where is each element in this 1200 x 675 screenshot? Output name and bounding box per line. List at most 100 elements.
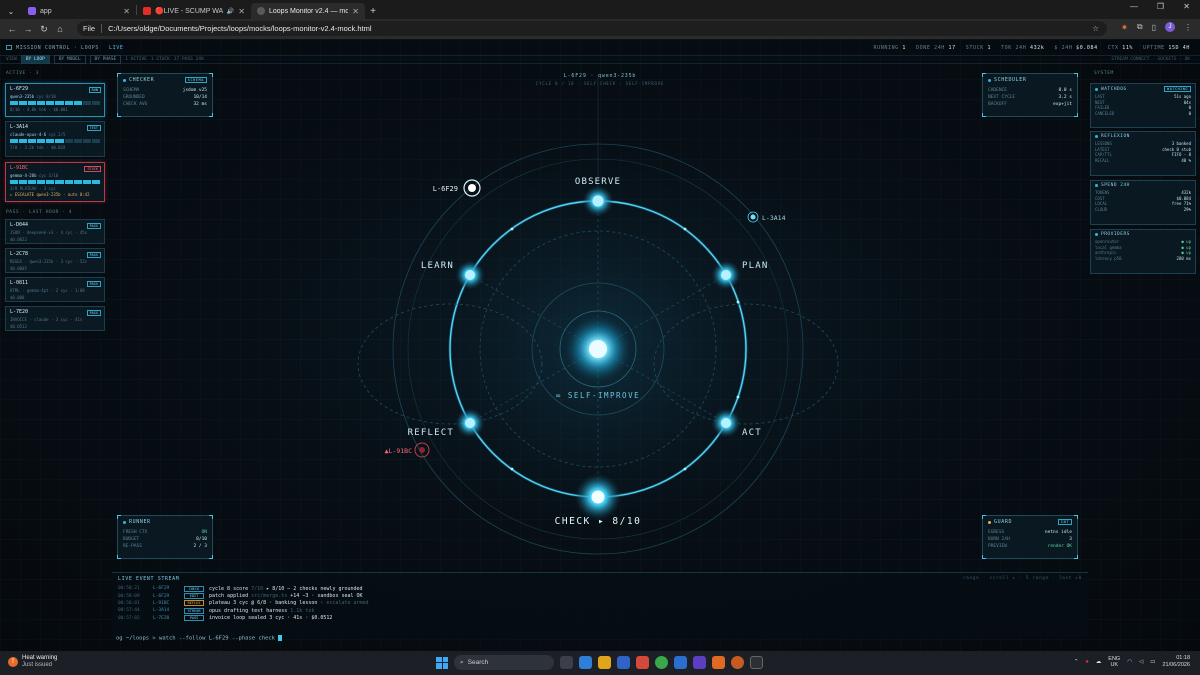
- app-blue-icon[interactable]: [674, 656, 687, 669]
- recent-loop-card[interactable]: L-7E20 PASS INVOICE · claude · 3 cyc · 41s…: [5, 306, 105, 331]
- top-stat: $ 24H $0.084: [1054, 45, 1097, 51]
- top-stat: UPTIME 15D 4H: [1143, 45, 1190, 51]
- event-time: 00:58:01: [118, 600, 140, 606]
- recent-loop-card[interactable]: L-0811 PASS HTML · gemma-4pt · 2 cyc · 1:0…: [5, 277, 105, 302]
- progress-segment: [91, 139, 100, 143]
- ring-marker: [683, 467, 687, 471]
- active-section-title: ACTIVE · 3: [6, 71, 40, 76]
- windows-start-icon[interactable]: [436, 656, 448, 669]
- phase-label: LEARN: [421, 261, 454, 271]
- volume-icon[interactable]: ◁: [1139, 659, 1143, 665]
- wifi-icon[interactable]: ◠: [1127, 659, 1132, 665]
- status-badge: PASS: [86, 281, 101, 287]
- bookmark-star-icon[interactable]: ☆: [1092, 24, 1099, 33]
- phase-label: OBSERVE: [575, 177, 621, 187]
- close-window-icon[interactable]: ✕: [1183, 2, 1190, 11]
- top-stat-value: 15D 4H: [1168, 44, 1190, 51]
- progress-segment: [28, 180, 37, 184]
- progress-segment: [28, 101, 37, 105]
- taskbar-search[interactable]: ⌕ Search: [454, 655, 554, 670]
- event-row[interactable]: 00:58:09 L-6F29 EDIT patch applied src/merg…: [112, 592, 1088, 600]
- forward-icon[interactable]: →: [20, 24, 36, 34]
- back-icon[interactable]: ←: [4, 24, 20, 34]
- filter-tab[interactable]: BY LOOP: [20, 55, 50, 64]
- terminal-icon[interactable]: [750, 656, 763, 669]
- claude-icon[interactable]: [731, 656, 744, 669]
- extension-icon[interactable]: ✷: [1121, 23, 1128, 32]
- battery-icon[interactable]: ▭: [1150, 659, 1155, 665]
- recent-loop-card[interactable]: L-2C78 PASS REGEX · qwen3-235b · 3 cyc · 5…: [5, 248, 105, 273]
- loop-card[interactable]: L-91BC STUCK gemma-4-28b cyc 3/10 3/8 PLATE…: [5, 162, 105, 202]
- profile-avatar[interactable]: J: [1165, 22, 1175, 32]
- store-icon[interactable]: [617, 656, 630, 669]
- chrome-icon[interactable]: [655, 656, 668, 669]
- close-icon[interactable]: ✕: [123, 7, 130, 16]
- url-text[interactable]: C:/Users/oldge/Documents/Projects/loops/…: [108, 24, 371, 33]
- satellite-label: L-6F29: [433, 185, 458, 193]
- restore-icon[interactable]: ❐: [1157, 2, 1164, 11]
- close-icon[interactable]: ✕: [352, 7, 359, 16]
- progress-segment: [73, 101, 82, 105]
- puzzle-icon[interactable]: ⧉: [1137, 22, 1143, 32]
- url-bar[interactable]: File C:/Users/oldge/Documents/Projects/l…: [77, 21, 1107, 36]
- status-badge: RUN: [88, 87, 101, 93]
- event-row[interactable]: 00:58:01 L-91BC REFLEX plateau 3 cyc @ 6/8 …: [112, 600, 1088, 607]
- event-detail: escalate armed: [326, 600, 369, 607]
- chevron-up-icon[interactable]: ⌃: [1074, 659, 1079, 665]
- loop-meta: qwen3-235b cyc 8/10: [10, 94, 100, 99]
- sidebar-icon[interactable]: ▯: [1152, 23, 1156, 32]
- minimize-icon[interactable]: —: [1130, 2, 1138, 11]
- status-badge: PASS: [86, 310, 101, 316]
- menu-kebab-icon[interactable]: ⋮: [1184, 23, 1192, 32]
- command-line[interactable]: og ~/loops > watch --follow L-6F29 --pha…: [116, 635, 283, 642]
- cloud-icon[interactable]: ☁: [1096, 659, 1102, 665]
- edge-icon[interactable]: [579, 656, 592, 669]
- audio-icon[interactable]: 🔊: [227, 8, 234, 15]
- loop-id: L-6F29: [10, 86, 29, 92]
- event-row[interactable]: 00:57:02 L-7E20 PASS invoice loop sealed 3 …: [112, 615, 1088, 622]
- new-tab-button[interactable]: +: [365, 3, 381, 19]
- gmail-icon[interactable]: [636, 656, 649, 669]
- loop-meta: INVOICE · claude · 3 cyc · 41s: [10, 317, 83, 322]
- ring-marker: [736, 395, 740, 399]
- tab-loops-monitor[interactable]: Loops Monitor v2.4 — mock (l ✕: [251, 3, 365, 19]
- filter-tab[interactable]: BY MODEL: [53, 55, 86, 64]
- panel-rows: EGRESS netns idle BURN 24H 3 PREVIEW render O…: [988, 529, 1072, 550]
- reload-icon[interactable]: ↻: [36, 24, 52, 35]
- panel-tag: WATCHING: [1164, 86, 1191, 92]
- satellite-label: L-3A14: [762, 214, 786, 222]
- tray-app-icon[interactable]: ●: [1085, 659, 1088, 665]
- live-indicator: LIVE: [109, 44, 124, 51]
- task-view-icon[interactable]: [560, 656, 573, 669]
- tab-live-stream[interactable]: 🔴LIVE - SCUMP WATCH ( 🔊 ✕: [137, 3, 251, 19]
- app-orange-icon[interactable]: [712, 656, 725, 669]
- close-icon[interactable]: ✕: [238, 7, 245, 16]
- file-explorer-icon[interactable]: [598, 656, 611, 669]
- row-value: jsdom v25: [182, 88, 207, 93]
- event-row[interactable]: 00:58:21 L-6F29 CHECK cycle 8 score 7/10 ▸ …: [112, 585, 1088, 592]
- recent-loop-card[interactable]: L-D044 PASS JSON · deepseek-v3 · 4 cyc · 4…: [5, 219, 105, 244]
- panel-title-row: WATCHDOG WATCHING: [1095, 86, 1191, 92]
- file-chip[interactable]: File: [83, 24, 103, 33]
- clock[interactable]: 01:18 21/06/2026: [1162, 655, 1190, 669]
- loop-card[interactable]: L-3A14 TEST claude-opus-4-6 cyc 2/5 7/8 · 3…: [5, 121, 105, 157]
- event-detail: 1.1k tok: [290, 607, 315, 614]
- loop-meta: JSON · deepseek-v3 · 4 cyc · 45s: [10, 230, 88, 235]
- event-row[interactable]: 00:57:44 L-3A14 STREAM opus drafting test h…: [112, 607, 1088, 614]
- row-label: RECALL: [1095, 157, 1110, 163]
- top-stat-value: 11%: [1122, 44, 1134, 51]
- event-loop: L-91BC: [153, 600, 170, 606]
- panel-title: PROVIDERS: [1101, 232, 1130, 237]
- panel-row: CLOUD 29%: [1095, 207, 1191, 213]
- tab-app[interactable]: app ✕: [22, 3, 136, 19]
- stream-controls[interactable]: range · scroll ▸ · 5 range · last ▸0: [963, 576, 1082, 582]
- loop-card[interactable]: L-6F29 RUN qwen3-235b cyc 8/10 8/10 · 4.8k …: [5, 83, 105, 117]
- filter-tab[interactable]: BY PHASE: [89, 55, 122, 64]
- language-indicator[interactable]: ENG UK: [1108, 656, 1120, 668]
- tab-search-button[interactable]: ⌄: [0, 3, 22, 19]
- zed-icon[interactable]: [693, 656, 706, 669]
- satellite-secondary-loop[interactable]: L-3A14: [747, 211, 786, 223]
- phase-label: ACT: [742, 428, 762, 438]
- home-icon[interactable]: ⌂: [52, 24, 68, 34]
- weather-widget[interactable]: ! Heat warning Just issued: [8, 655, 57, 669]
